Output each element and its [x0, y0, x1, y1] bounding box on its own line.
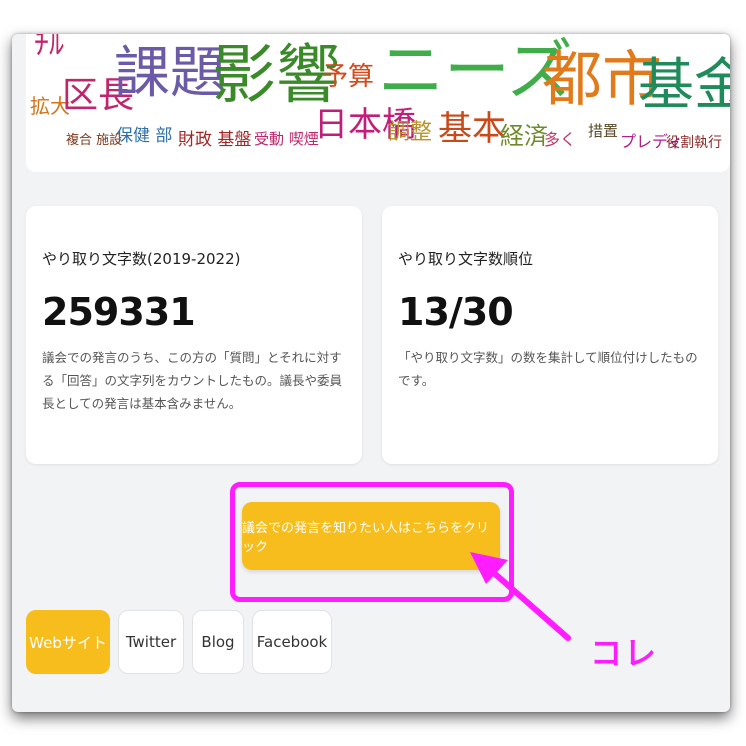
annotation-label: コレ [590, 634, 659, 672]
